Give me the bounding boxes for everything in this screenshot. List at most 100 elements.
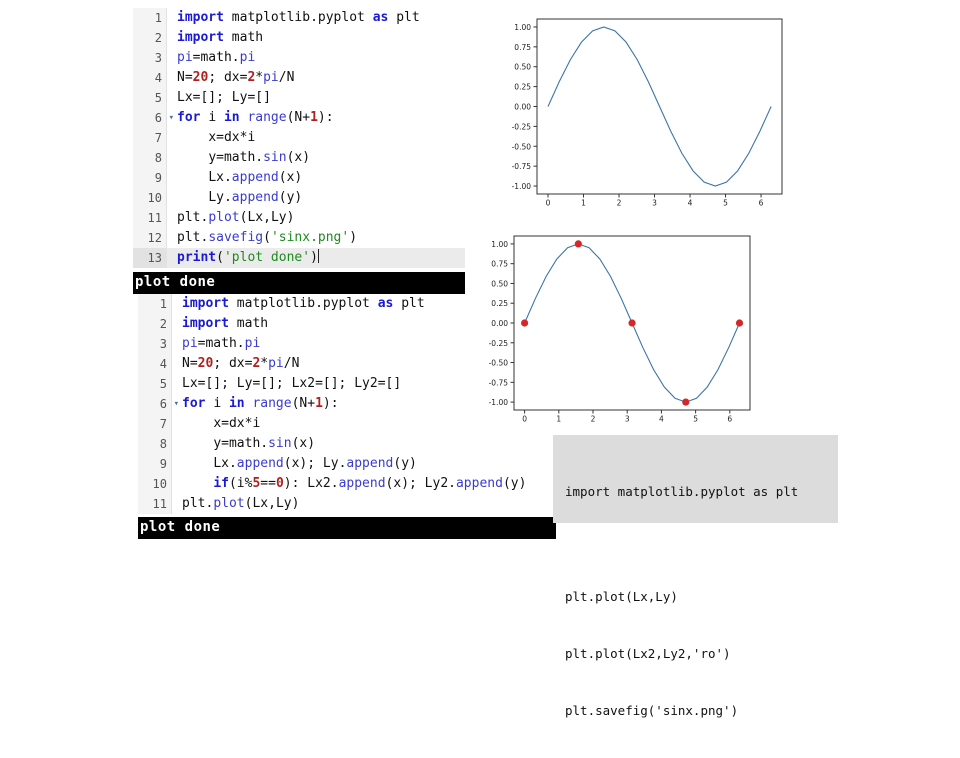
x-tick-label: 6 [759,199,764,208]
code-snippet-overlay-panel: import matplotlib.pyplot as plt plt.plot… [553,435,838,718]
x-tick-label: 5 [693,415,698,424]
snippet-line-plot2: plt.plot(Lx2,Ly2,'ro') [565,646,731,661]
line-number: 3 [138,334,172,354]
y-tick-label: -0.50 [512,142,532,151]
code-text: import matplotlib.pyplot as plt [182,296,425,311]
line-number: 11 [138,494,172,514]
code-line[interactable]: 13 print('plot done') [133,248,465,268]
code-text: for i in range(N+1): [177,110,334,125]
code-line[interactable]: 6 ▾ for i in range(N+1): [133,108,465,128]
fold-arrow-icon[interactable]: ▾ [169,108,174,128]
code-text: Ly.append(y) [208,190,303,205]
code-line[interactable]: 4 N=20; dx=2*pi/N [133,68,465,88]
y-tick-label: 0.25 [491,299,508,308]
x-tick-label: 3 [625,415,630,424]
data-point-marker [574,240,582,248]
line-number: 6 ▾ [138,394,179,414]
code-line[interactable]: 10 if(i%5==0): Lx2.append(x); Ly2.append… [138,474,556,494]
y-tick-label: 0.75 [514,43,531,52]
y-tick-label: 1.00 [514,23,531,32]
line-number: 5 [133,88,167,108]
code-line[interactable]: 11 plt.plot(Lx,Ly) [138,494,556,514]
x-tick-label: 6 [727,415,732,424]
x-tick-label: 2 [617,199,622,208]
y-tick-label: -0.25 [512,122,532,131]
x-tick-label: 5 [723,199,728,208]
code-line[interactable]: 12 plt.savefig('sinx.png') [133,228,465,248]
x-tick-label: 0 [546,199,551,208]
data-point-marker [682,398,690,406]
line-number: 13 [133,248,167,268]
code-text: pi=math.pi [177,50,256,65]
code-text: Lx=[]; Ly=[] [177,90,271,105]
code-text: print('plot done') [177,249,319,265]
data-point-marker [735,319,744,327]
code-text: x=dx*i [208,130,256,145]
code-text: x=dx*i [213,416,261,431]
data-point-marker [628,319,636,327]
x-tick-label: 4 [688,199,693,208]
x-tick-label: 4 [659,415,664,424]
y-tick-label: 0.50 [491,279,508,288]
line-number: 7 [133,128,167,148]
code-text: N=20; dx=2*pi/N [177,70,295,85]
code-text: plt.savefig('sinx.png') [177,230,358,245]
plot-canvas: 1.00 0.75 0.50 0.25 0.00 -0.25 -0.50 -0.75 -1.00… [512,18,783,208]
code-line[interactable]: 9 Lx.append(x) [133,168,465,188]
y-tick-label: -0.75 [512,162,532,171]
console-output-top: plot done [133,272,465,294]
snippet-line-savefig: plt.savefig('sinx.png') [565,703,739,718]
code-text: plt.plot(Lx,Ly) [177,210,295,225]
code-text: y=math.sin(x) [208,150,311,165]
line-number: 10 [133,188,167,208]
line-number: 5 [138,374,172,394]
code-line[interactable]: 7 x=dx*i [133,128,465,148]
line-number: 9 [138,454,172,474]
code-text: N=20; dx=2*pi/N [182,356,300,371]
line-number: 8 [133,148,167,168]
y-tick-label: -0.75 [489,378,509,387]
snippet-blank-line [565,539,828,549]
code-line[interactable]: 11 plt.plot(Lx,Ly) [133,208,465,228]
code-text: pi=math.pi [182,336,261,351]
fold-arrow-icon[interactable]: ▾ [174,394,179,414]
x-tick-label: 1 [556,415,561,424]
code-text: import matplotlib.pyplot as plt [177,10,420,25]
x-tick-label: 2 [591,415,596,424]
y-tick-label: -1.00 [489,398,509,407]
line-number: 3 [133,48,167,68]
line-number: 11 [133,208,167,228]
code-line[interactable]: 3 pi=math.pi [133,48,465,68]
y-tick-label: 1.00 [491,240,508,249]
y-tick-label: 0.00 [491,319,508,328]
code-line[interactable]: 9 Lx.append(x); Ly.append(y) [138,454,556,474]
text-cursor [317,249,319,263]
code-text: if(i%5==0): Lx2.append(x); Ly2.append(y) [213,476,527,491]
line-number: 2 [138,314,172,334]
snippet-line-import: import matplotlib.pyplot as plt [565,484,799,499]
code-line[interactable]: 8 y=math.sin(x) [133,148,465,168]
code-line[interactable]: 1 import matplotlib.pyplot as plt [133,8,465,28]
code-line[interactable]: 5 Lx=[]; Ly=[] [133,88,465,108]
line-number: 1 [133,8,167,28]
line-number: 7 [138,414,172,434]
console-output-bottom: plot done [138,517,556,539]
code-editor-top[interactable]: 1 import matplotlib.pyplot as plt 2 import … [133,8,465,270]
code-line[interactable]: 10 Ly.append(y) [133,188,465,208]
screenshot-stage: 1 import matplotlib.pyplot as plt 2 import … [0,0,960,718]
matplotlib-figure-sine-markers: 1.00 0.75 0.50 0.25 0.00 -0.25 -0.50 -0.75 -1.00… [468,226,758,438]
y-tick-label: -1.00 [512,182,532,191]
y-tick-label: 0.25 [514,83,531,92]
y-tick-label: -0.50 [489,359,509,368]
x-tick-label: 3 [652,199,657,208]
y-tick-label: 0.50 [514,63,531,72]
x-tick-label: 0 [522,415,527,424]
line-number: 2 [133,28,167,48]
code-text: plt.plot(Lx,Ly) [182,496,300,511]
code-line[interactable]: 2 import math [133,28,465,48]
line-number: 4 [133,68,167,88]
line-number: 12 [133,228,167,248]
line-number: 8 [138,434,172,454]
snippet-line-plot1: plt.plot(Lx,Ly) [565,589,678,604]
line-number: 1 [138,294,172,314]
